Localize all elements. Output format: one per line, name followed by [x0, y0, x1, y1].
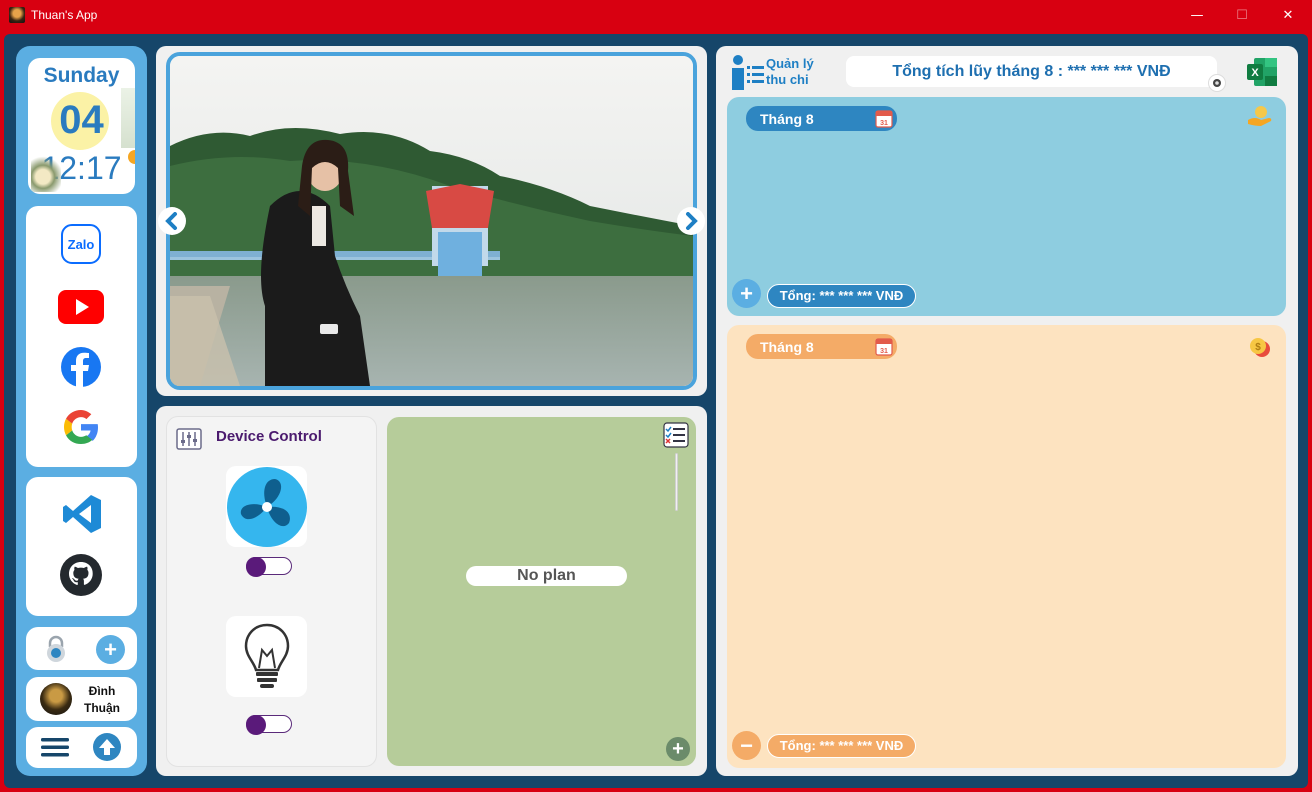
export-excel-button[interactable]: X [1246, 57, 1278, 87]
maximize-button[interactable]: ☐ [1219, 0, 1265, 30]
fan-device[interactable] [226, 466, 307, 547]
zalo-button[interactable]: Zalo [61, 224, 101, 264]
plus-icon: + [672, 737, 684, 760]
title-bar: Thuan's App — ☐ ✕ [0, 0, 1312, 30]
calendar-icon: 31 [875, 110, 893, 128]
money-hand-icon [1248, 106, 1272, 126]
excel-icon: X [1247, 58, 1277, 86]
summary-text: Tổng tích lũy tháng 8 : *** *** *** VNĐ [892, 63, 1171, 80]
app-shortcuts-card: Zalo [26, 206, 137, 467]
lock-add-card: + [26, 627, 137, 670]
no-plan-label: No plan [466, 566, 627, 586]
income-month-label: Tháng 8 [760, 110, 814, 127]
expense-card: Tháng 8 31 $ − Tổng: *** *** *** VNĐ [727, 325, 1286, 768]
avatar [40, 683, 72, 715]
eye-icon [1213, 79, 1221, 87]
menu-card [26, 727, 137, 768]
svg-text:31: 31 [880, 120, 888, 127]
device-control-panel: Device Control [166, 416, 377, 767]
plus-icon: + [740, 280, 753, 306]
prev-photo-button[interactable] [158, 207, 186, 235]
youtube-button[interactable] [58, 290, 104, 324]
light-bulb-icon [244, 623, 289, 688]
vscode-icon [63, 495, 101, 533]
fan-toggle[interactable] [246, 557, 292, 577]
menu-button[interactable] [41, 736, 69, 758]
add-plan-button[interactable]: + [666, 737, 690, 761]
calendar-icon: 31 [875, 338, 893, 356]
summary-box: Tổng tích lũy tháng 8 : *** *** *** VNĐ [846, 56, 1217, 87]
next-photo-button[interactable] [677, 207, 705, 235]
equalizer-icon [176, 428, 202, 450]
expense-month-pill[interactable]: Tháng 8 31 [746, 334, 897, 359]
income-total: Tổng: *** *** *** VNĐ [767, 284, 916, 308]
finance-logo-line2: thu chi [766, 72, 809, 87]
svg-text:$: $ [1255, 342, 1261, 353]
weather-sun-icon [128, 150, 135, 164]
app-icon [9, 7, 25, 23]
finance-logo: Quản lý thu chi [731, 54, 831, 90]
close-button[interactable]: ✕ [1265, 0, 1311, 30]
google-icon [64, 410, 98, 444]
toggle-knob [246, 715, 266, 735]
clock-date: 04 [59, 98, 104, 142]
vscode-button[interactable] [61, 493, 103, 535]
google-button[interactable] [61, 407, 101, 447]
toggle-visibility-button[interactable] [1208, 74, 1226, 92]
chevron-right-icon [686, 212, 698, 230]
user-name-line1: Đình [88, 684, 116, 698]
upload-button[interactable] [92, 732, 122, 762]
user-name-line2: Thuận [84, 701, 120, 715]
lock-icon [47, 635, 65, 662]
arrow-up-icon [93, 733, 121, 761]
income-card: Tháng 8 31 + Tổng: *** *** *** VNĐ [727, 97, 1286, 316]
svg-text:X: X [1251, 67, 1259, 79]
facebook-icon [61, 347, 101, 387]
zalo-icon: Zalo [61, 224, 101, 264]
expense-month-label: Tháng 8 [760, 338, 814, 355]
github-icon [60, 554, 102, 596]
slideshow-photo [170, 56, 693, 386]
expense-total: Tổng: *** *** *** VNĐ [767, 734, 916, 758]
flower-decoration [31, 154, 61, 192]
light-device[interactable] [226, 616, 307, 697]
toggle-knob [246, 557, 266, 577]
photo-slideshow [166, 52, 697, 390]
zalo-label: Zalo [67, 236, 95, 252]
svg-text:31: 31 [880, 348, 888, 355]
plan-panel: No plan + [387, 417, 696, 766]
coin-icon: $ [1250, 338, 1270, 357]
facebook-button[interactable] [61, 347, 101, 387]
youtube-icon [58, 290, 104, 324]
device-control-title: Device Control [216, 428, 322, 445]
window-title: Thuan's App [31, 8, 98, 22]
dev-tools-card [26, 477, 137, 616]
user-card[interactable]: Đình Thuận [26, 677, 137, 721]
clock-day: Sunday [43, 64, 120, 87]
lock-button[interactable] [45, 635, 67, 663]
checklist-icon[interactable] [663, 422, 689, 448]
person-list-icon [732, 55, 764, 90]
add-income-button[interactable]: + [732, 279, 761, 308]
plus-icon: + [104, 636, 117, 662]
finance-logo-line1: Quản lý [766, 56, 814, 71]
fan-icon [226, 466, 307, 547]
github-button[interactable] [60, 554, 102, 596]
hamburger-menu-icon [41, 738, 69, 757]
plan-scrollbar[interactable] [675, 453, 678, 511]
clock-widget: Sunday 04 12:17 [28, 58, 135, 194]
minimize-button[interactable]: — [1174, 0, 1220, 30]
light-toggle[interactable] [246, 715, 292, 735]
income-month-pill[interactable]: Tháng 8 31 [746, 106, 897, 131]
subtract-expense-button[interactable]: − [732, 731, 761, 760]
add-button[interactable]: + [96, 635, 125, 664]
minus-icon: − [740, 732, 753, 758]
chevron-left-icon [165, 212, 177, 230]
